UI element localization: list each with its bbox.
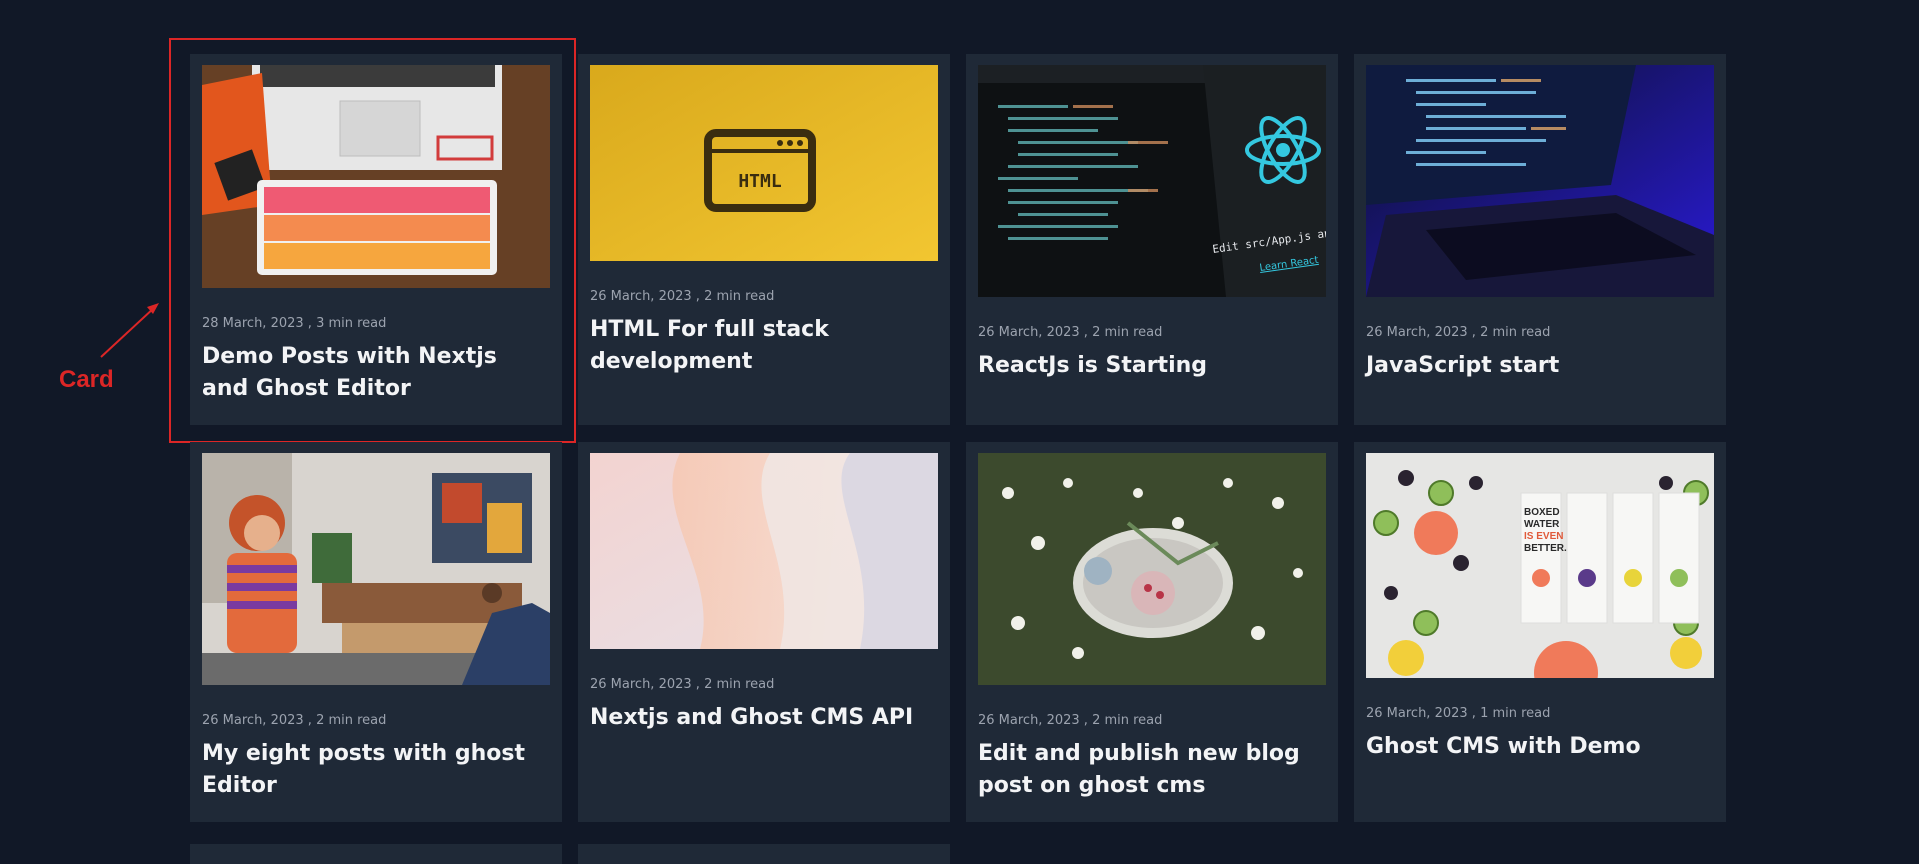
post-title[interactable]: Edit and publish new blog post on ghost … — [978, 738, 1326, 802]
post-date: 26 March, 2023 — [978, 325, 1080, 340]
post-image-html-sign[interactable]: HTML — [590, 65, 938, 261]
post-image-abstract-waves[interactable] — [590, 453, 938, 649]
html-sign-text: HTML — [738, 171, 782, 192]
post-title[interactable]: My eight posts with ghost Editor — [202, 738, 550, 802]
post-card[interactable]: 26 March, 2023 , 2 min read JavaScript s… — [1354, 54, 1726, 425]
post-image-react-code[interactable]: Edit src/App.js and save to reload. Lear… — [978, 65, 1326, 297]
post-date: 28 March, 2023 — [202, 316, 304, 331]
annotation-label: Card — [59, 366, 114, 393]
post-title[interactable]: JavaScript start — [1366, 350, 1714, 382]
post-title[interactable]: HTML For full stack development — [590, 314, 938, 378]
post-title[interactable]: Nextjs and Ghost CMS API — [590, 702, 938, 734]
post-image-laptop-blue[interactable] — [1366, 65, 1714, 297]
post-meta: 26 March, 2023 , 2 min read — [590, 677, 775, 692]
post-read-time: 1 min read — [1480, 706, 1551, 721]
post-meta: 26 March, 2023 , 2 min read — [978, 325, 1163, 340]
post-read-time: 3 min read — [316, 316, 387, 331]
post-title[interactable]: Demo Posts with Nextjs and Ghost Editor — [202, 341, 550, 405]
post-read-time: 2 min read — [316, 713, 387, 728]
boxed-water-line-3: IS EVEN — [1524, 531, 1563, 542]
post-card[interactable]: 26 March, 2023 , 2 min read Edit and pub… — [966, 442, 1338, 822]
post-grid: 28 March, 2023 , 3 min read Demo Posts w… — [190, 54, 1726, 822]
post-title[interactable]: ReactJs is Starting — [978, 350, 1326, 382]
post-card[interactable]: Edit src/App.js and save to reload. Lear… — [966, 54, 1338, 425]
post-read-time: 2 min read — [704, 677, 775, 692]
post-date: 26 March, 2023 — [1366, 706, 1468, 721]
post-card[interactable]: 26 March, 2023 , 2 min read Nextjs and G… — [578, 442, 950, 822]
post-meta: 26 March, 2023 , 2 min read — [978, 713, 1163, 728]
post-image-flowers-table[interactable] — [978, 453, 1326, 685]
post-date: 26 March, 2023 — [590, 289, 692, 304]
post-title[interactable]: Ghost CMS with Demo — [1366, 731, 1714, 763]
post-card-partial[interactable] — [578, 844, 950, 864]
post-meta: 26 March, 2023 , 1 min read — [1366, 706, 1551, 721]
post-card[interactable]: 28 March, 2023 , 3 min read Demo Posts w… — [190, 54, 562, 425]
post-date: 26 March, 2023 — [202, 713, 304, 728]
post-read-time: 2 min read — [1480, 325, 1551, 340]
annotation-arrow — [100, 303, 159, 358]
boxed-water-line-1: BOXED — [1524, 507, 1560, 518]
post-image-npm-laptop[interactable] — [202, 65, 550, 288]
post-meta: 28 March, 2023 , 3 min read — [202, 316, 387, 331]
post-card[interactable]: 26 March, 2023 , 2 min read My eight pos… — [190, 442, 562, 822]
post-image-boxed-water[interactable]: BOXED WATER IS EVEN BETTER. — [1366, 453, 1714, 678]
post-read-time: 2 min read — [1092, 325, 1163, 340]
post-card[interactable]: HTML 26 March, 2023 , 2 min read HTML Fo… — [578, 54, 950, 425]
post-card-partial[interactable] — [190, 844, 562, 864]
boxed-water-line-4: BETTER. — [1524, 543, 1567, 554]
post-meta: 26 March, 2023 , 2 min read — [1366, 325, 1551, 340]
post-read-time: 2 min read — [1092, 713, 1163, 728]
post-date: 26 March, 2023 — [978, 713, 1080, 728]
post-card[interactable]: BOXED WATER IS EVEN BETTER. 26 March, 20… — [1354, 442, 1726, 822]
post-meta: 26 March, 2023 , 2 min read — [202, 713, 387, 728]
post-image-woman-living-room[interactable] — [202, 453, 550, 685]
post-date: 26 March, 2023 — [590, 677, 692, 692]
post-date: 26 March, 2023 — [1366, 325, 1468, 340]
post-meta: 26 March, 2023 , 2 min read — [590, 289, 775, 304]
boxed-water-line-2: WATER — [1524, 519, 1560, 530]
post-read-time: 2 min read — [704, 289, 775, 304]
